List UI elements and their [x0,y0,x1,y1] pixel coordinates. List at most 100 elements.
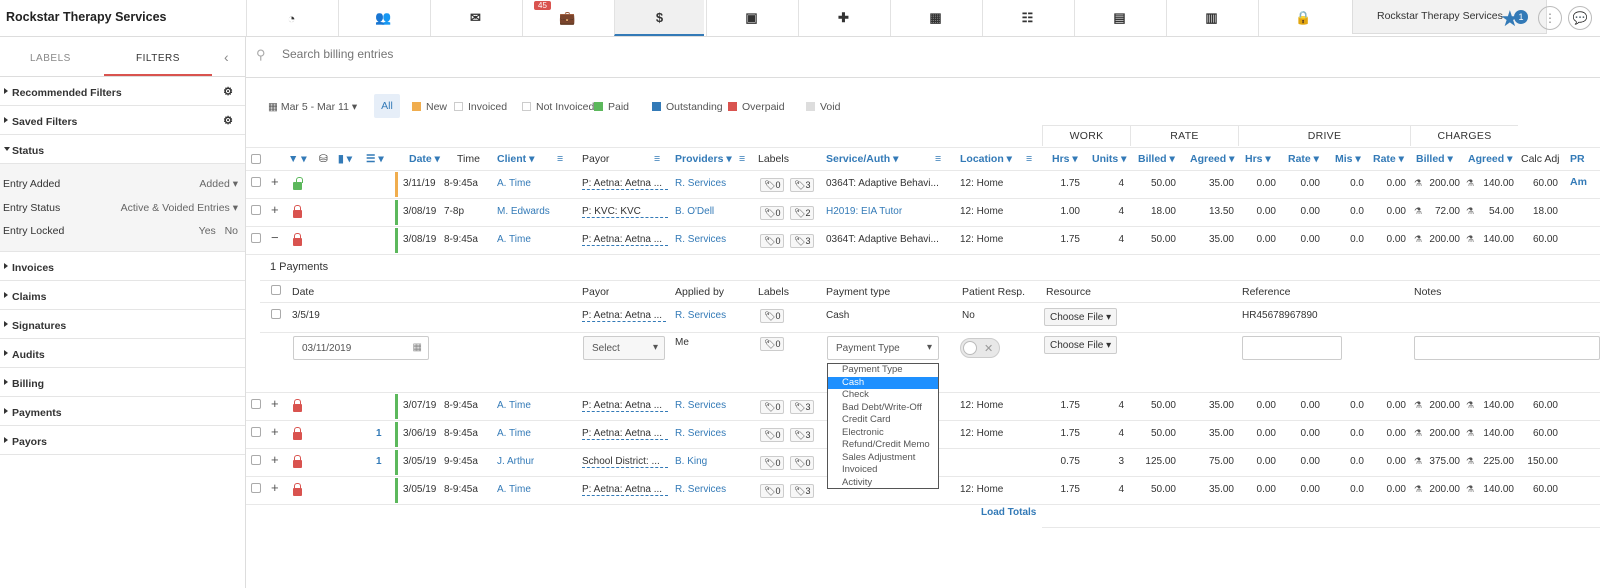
new-choose-file-button[interactable]: Choose File ▾ [1044,336,1118,354]
payment-type-option[interactable]: Check [828,389,938,402]
lock-icon[interactable]: 🔒 [1258,0,1348,36]
row-payor[interactable]: P: Aetna: Aetna ... [582,234,668,246]
row-checkbox[interactable] [251,233,261,243]
payment-type-option[interactable]: Credit Card [828,414,938,427]
label-tag[interactable]: 🏷0 [760,400,785,414]
tasks-icon[interactable]: ☷ [982,0,1072,36]
col-payor-menu-icon[interactable]: ≡ [654,148,660,171]
col-location-menu-icon[interactable]: ≡ [1026,148,1032,171]
row-checkbox[interactable] [251,205,261,215]
row-count[interactable]: 1 [376,456,382,467]
lock-icon[interactable] [293,455,302,468]
col-location[interactable]: Location ▾ [960,148,1012,171]
col-hrs[interactable]: Hrs ▾ [1052,148,1078,171]
payment-type-option[interactable]: Cash [828,376,938,389]
expand-row-icon[interactable]: − [271,230,279,245]
col-charges-agreed[interactable]: Agreed ▾ [1468,148,1512,171]
label-tag[interactable]: 🏷0 [760,234,785,248]
col-service[interactable]: Service/Auth ▾ [826,148,898,171]
col-rate2[interactable]: Rate ▾ [1373,148,1404,171]
lock-icon[interactable] [293,399,302,412]
expand-row-icon[interactable]: + [271,202,279,217]
label-tag[interactable]: 🏷0 [760,456,785,470]
lock-icon[interactable] [293,205,302,218]
payment-type-option[interactable]: Refund/Credit Memo [828,439,938,452]
label-tag[interactable]: 🏷0 [760,428,785,442]
row-checkbox[interactable] [251,399,261,409]
payment-payor[interactable]: P: Aetna: Aetna ... [582,310,666,322]
col-providers-menu-icon[interactable]: ≡ [739,148,745,171]
legend-paid[interactable]: Paid [594,101,629,113]
col-drive-hrs[interactable]: Hrs ▾ [1245,148,1271,171]
row-checkbox[interactable] [251,177,261,187]
dashboard-icon[interactable]: ◔ [246,0,336,36]
envelope-icon[interactable]: ✉ [430,0,520,36]
row-checkbox[interactable] [251,455,261,465]
payment-type-option[interactable]: Activity [828,477,938,490]
section-audits[interactable]: Audits [0,339,245,368]
row-checkbox[interactable] [251,483,261,493]
chart-icon[interactable]: ▥ [1166,0,1256,36]
reference-input[interactable] [1242,336,1342,360]
section-signatures[interactable]: Signatures [0,310,245,339]
lock-icon[interactable] [293,177,303,190]
row-client[interactable]: A. Time [497,428,531,439]
row-client[interactable]: A. Time [497,400,531,411]
col-date[interactable]: Date ▾ [409,148,440,171]
col-pr-amount[interactable]: PR Am [1570,148,1600,188]
hierarchy-icon[interactable]: ⛁ [319,148,328,171]
filter-all[interactable]: All [374,94,400,118]
payment-type-option[interactable]: Payment Type [828,364,938,377]
label-tag[interactable]: 🏷3 [790,178,815,192]
payment-type-option[interactable]: Sales Adjustment [828,452,938,465]
label-tag[interactable]: 🏷3 [790,484,815,498]
tab-filters[interactable]: FILTERS [136,53,180,64]
section-billing[interactable]: Billing [0,368,245,397]
load-totals-link[interactable]: Load Totals [981,507,1036,518]
status-section[interactable]: Status [0,135,245,164]
briefcase-icon[interactable]: 💼 45 [522,0,612,36]
gear-icon[interactable]: ⚙ [223,85,233,98]
col-billed[interactable]: Billed ▾ [1138,148,1175,171]
row-client[interactable]: A. Time [497,234,531,245]
row-payor[interactable]: School District: ... [582,456,668,468]
row-payor[interactable]: P: Aetna: Aetna ... [582,178,668,190]
payment-label-tag[interactable]: 🏷0 [760,309,785,323]
patient-resp-toggle[interactable]: ✕ [960,338,1000,358]
row-payor[interactable]: P: Aetna: Aetna ... [582,400,668,412]
row-checkbox[interactable] [251,427,261,437]
label-tag[interactable]: 🏷0 [760,206,785,220]
row-client[interactable]: A. Time [497,178,531,189]
payment-type-select[interactable]: Payment Type ▾ [827,336,939,360]
recommended-filters[interactable]: Recommended Filters ⚙ [0,77,245,106]
payments-select-all[interactable] [271,285,281,295]
col-charges-billed[interactable]: Billed ▾ [1416,148,1453,171]
payment-type-option[interactable]: Electronic [828,427,938,440]
row-payor[interactable]: P: KVC: KVC [582,206,668,218]
section-payments[interactable]: Payments [0,397,245,426]
row-client[interactable]: A. Time [497,484,531,495]
file-icon[interactable]: ▮ ▾ [338,148,352,171]
lock-icon[interactable] [293,483,302,496]
col-providers[interactable]: Providers ▾ [675,148,732,171]
payment-applied-by[interactable]: R. Services [675,310,726,321]
row-payor[interactable]: P: Aetna: Aetna ... [582,484,668,496]
payment-type-dropdown[interactable]: Payment Type Cash Check Bad Debt/Write-Off C… [827,363,939,489]
col-drive-rate[interactable]: Rate ▾ [1288,148,1319,171]
row-provider[interactable]: R. Services [675,400,726,411]
date-range-picker[interactable]: ▦ Mar 5 - Mar 11 ▾ [268,101,357,113]
select-all-checkbox[interactable] [251,154,261,164]
label-tag[interactable]: 🏷0 [760,484,785,498]
users-icon[interactable]: 👥 [338,0,428,36]
row-provider[interactable]: R. Services [675,234,726,245]
col-client-menu-icon[interactable]: ≡ [557,148,563,171]
legend-outstanding[interactable]: Outstanding [652,101,723,113]
col-service-menu-icon[interactable]: ≡ [935,148,941,171]
locked-yes[interactable]: Yes [199,225,216,237]
row-client[interactable]: J. Arthur [497,456,534,467]
section-claims[interactable]: Claims [0,281,245,310]
expand-row-icon[interactable]: + [271,480,279,495]
col-mis[interactable]: Mis ▾ [1335,148,1361,171]
legend-void[interactable]: Void [806,101,840,113]
more-icon[interactable]: ⋮ [1538,6,1562,30]
